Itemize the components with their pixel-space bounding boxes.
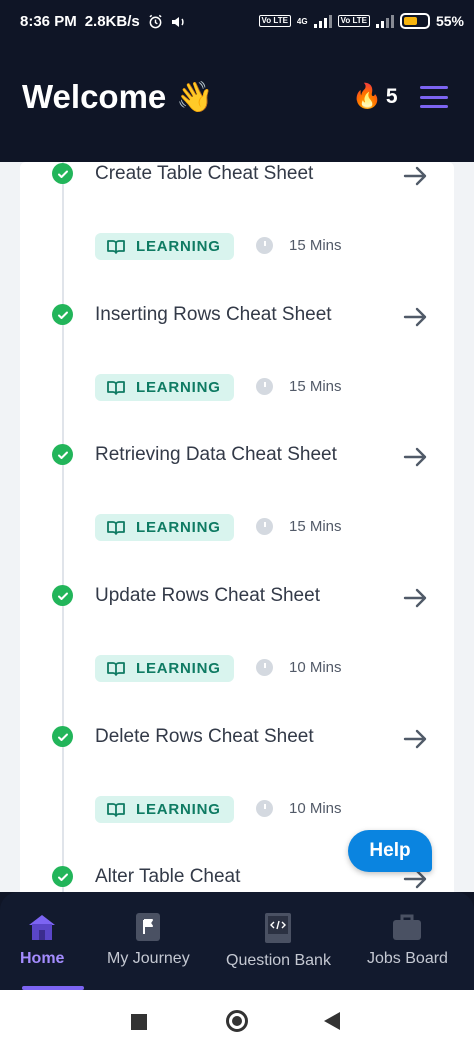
- check-icon: [52, 304, 73, 325]
- nav-journey-label: My Journey: [107, 950, 190, 967]
- badge-label: LEARNING: [136, 660, 221, 677]
- home-icon: [29, 915, 56, 940]
- bottom-nav: Home My Journey Question Bank Jobs Board: [0, 892, 474, 990]
- lesson-item[interactable]: Inserting Rows Cheat Sheet LEARNING 15 M…: [0, 303, 474, 443]
- recents-button[interactable]: [131, 1014, 147, 1030]
- lesson-duration: 10 Mins: [289, 659, 342, 676]
- battery-level: 55%: [435, 13, 464, 29]
- streak-count: 5: [385, 84, 398, 108]
- fire-icon: 🔥: [352, 83, 382, 110]
- book-icon: [107, 661, 125, 676]
- volte-2-indicator: Vo LTE: [337, 15, 370, 27]
- journey-flag-icon: [136, 913, 161, 941]
- check-icon: [52, 585, 73, 606]
- lesson-title: Retrieving Data Cheat Sheet: [95, 444, 337, 465]
- lesson-duration: 15 Mins: [289, 237, 342, 254]
- signal-2-icon: [375, 14, 394, 28]
- nav-my-journey[interactable]: My Journey: [107, 912, 190, 968]
- badge-label: LEARNING: [136, 519, 221, 536]
- learning-badge: LEARNING: [95, 655, 234, 682]
- streak-counter[interactable]: 🔥 5: [352, 82, 398, 111]
- welcome-text: Welcome: [22, 78, 167, 115]
- wave-icon: 👋: [176, 80, 214, 114]
- learning-badge: LEARNING: [95, 374, 234, 401]
- check-icon: [52, 163, 73, 184]
- clock-icon: [256, 237, 273, 254]
- help-button[interactable]: Help: [348, 830, 432, 872]
- arrow-right-icon[interactable]: [402, 727, 430, 751]
- back-button[interactable]: [324, 1012, 340, 1030]
- main-content[interactable]: Create Table Cheat Sheet LEARNING 15 Min…: [0, 162, 474, 892]
- home-system-button[interactable]: [226, 1010, 248, 1032]
- volume-icon: [171, 16, 184, 27]
- clock-icon: [256, 378, 273, 395]
- lesson-title: Alter Table Cheat: [95, 866, 241, 887]
- arrow-right-icon[interactable]: [402, 305, 430, 329]
- lesson-title: Create Table Cheat Sheet: [95, 163, 314, 184]
- learning-badge: LEARNING: [95, 514, 234, 541]
- nav-jobs-board[interactable]: Jobs Board: [367, 912, 448, 968]
- book-icon: [107, 239, 125, 254]
- nav-jobs-board-label: Jobs Board: [367, 950, 448, 967]
- battery-icon: [399, 13, 430, 29]
- welcome-title: Welcome 👋: [22, 78, 214, 116]
- nav-home-label: Home: [20, 950, 65, 967]
- arrow-right-icon[interactable]: [402, 164, 430, 188]
- status-bar: 8:36 PM 2.8KB/s Vo LTE 4G Vo LTE 55%: [0, 0, 474, 46]
- network-type: 4G: [296, 16, 308, 26]
- lesson-duration: 10 Mins: [289, 800, 342, 817]
- lesson-title: Inserting Rows Cheat Sheet: [95, 304, 332, 325]
- lesson-duration: 15 Mins: [289, 518, 342, 535]
- alarm-icon: [149, 14, 162, 29]
- check-icon: [52, 444, 73, 465]
- badge-label: LEARNING: [136, 801, 221, 818]
- book-icon: [107, 380, 125, 395]
- badge-label: LEARNING: [136, 379, 221, 396]
- check-icon: [52, 866, 73, 887]
- nav-question-bank-label: Question Bank: [226, 952, 331, 969]
- arrow-right-icon[interactable]: [402, 445, 430, 469]
- clock-icon: [256, 518, 273, 535]
- nav-question-bank[interactable]: Question Bank: [226, 912, 331, 970]
- arrow-right-icon[interactable]: [402, 586, 430, 610]
- code-book-icon: [265, 913, 292, 943]
- lesson-item[interactable]: Create Table Cheat Sheet LEARNING 15 Min…: [0, 162, 474, 302]
- menu-icon: [420, 86, 448, 89]
- status-time: 8:36 PM: [20, 13, 77, 30]
- system-nav-bar: [0, 990, 474, 1053]
- clock-icon: [256, 659, 273, 676]
- volte-1-indicator: Vo LTE: [258, 15, 291, 27]
- lesson-duration: 15 Mins: [289, 378, 342, 395]
- nav-home[interactable]: Home: [20, 912, 64, 968]
- lesson-item[interactable]: Retrieving Data Cheat Sheet LEARNING 15 …: [0, 443, 474, 583]
- learning-badge: LEARNING: [95, 796, 234, 823]
- network-speed: 2.8KB/s: [84, 13, 140, 30]
- book-icon: [107, 520, 125, 535]
- learning-badge: LEARNING: [95, 233, 234, 260]
- clock-icon: [256, 800, 273, 817]
- menu-button[interactable]: [420, 86, 448, 108]
- briefcase-icon: [393, 914, 422, 940]
- lesson-title: Delete Rows Cheat Sheet: [95, 726, 314, 747]
- signal-1-icon: [313, 14, 332, 28]
- check-icon: [52, 726, 73, 747]
- badge-label: LEARNING: [136, 238, 221, 255]
- book-icon: [107, 802, 125, 817]
- lesson-title: Update Rows Cheat Sheet: [95, 585, 320, 606]
- lesson-item[interactable]: Update Rows Cheat Sheet LEARNING 10 Mins: [0, 584, 474, 724]
- app-header: Welcome 👋 🔥 5: [0, 46, 474, 162]
